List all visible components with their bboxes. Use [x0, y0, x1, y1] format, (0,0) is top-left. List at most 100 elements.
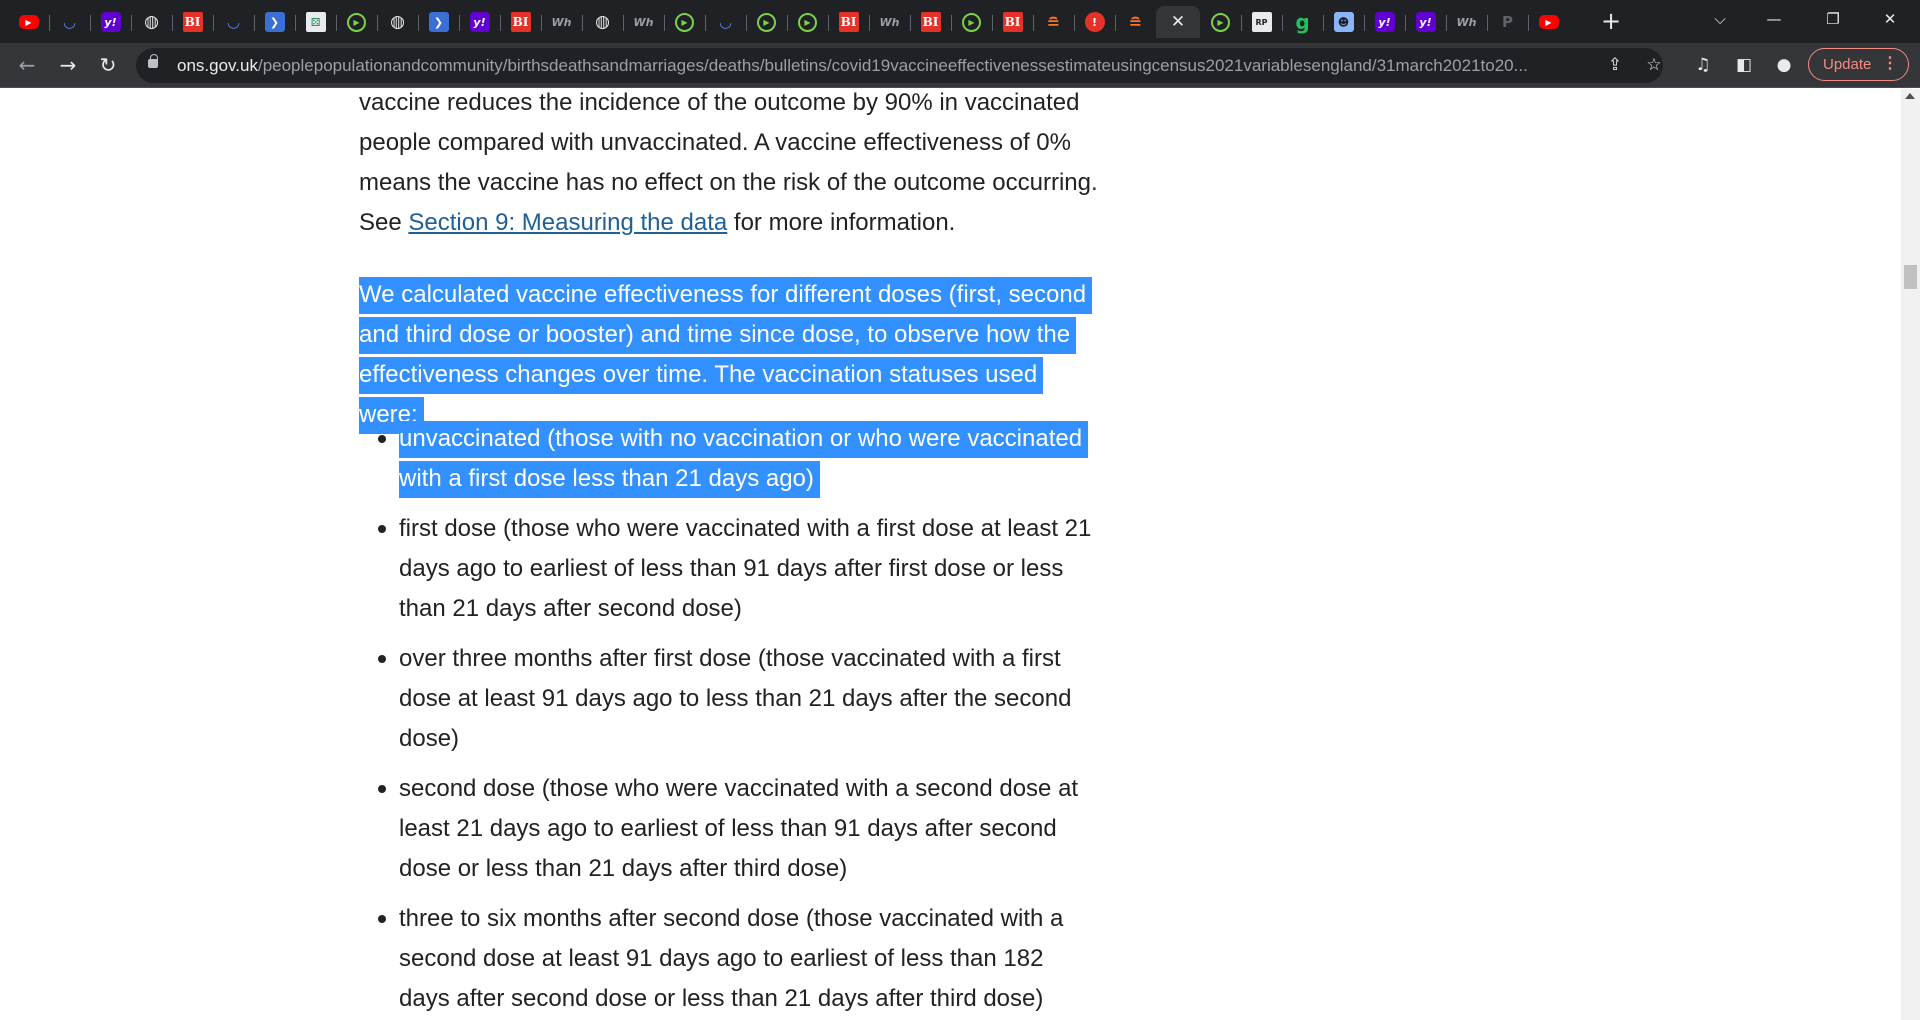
tab[interactable]: y! — [459, 6, 500, 38]
tab[interactable]: ◡ — [705, 6, 746, 38]
browser-toolbar: ← → ↻ ons.gov.uk/peoplepopulationandcomm… — [0, 43, 1920, 88]
list-item-text: unvaccinated (those with no vaccination … — [399, 421, 1089, 498]
wh-icon: Wh — [551, 15, 572, 29]
shield-icon: ◡ — [227, 13, 240, 31]
media-control-icon[interactable]: ♫ — [1690, 52, 1716, 78]
play-circle-icon: ▶ — [1211, 12, 1230, 32]
business-insider-icon: BI — [510, 12, 531, 32]
tab[interactable]: g — [1282, 6, 1323, 38]
tab[interactable]: ▶ — [664, 6, 705, 38]
tab-strip: ▶ ◡ y! ◍ BI ◡ ❯ ⚄ ▶ ◍ ❯ y! BI Wh ◍ Wh ▶ ◡ ▶ ▶ BI Wh BI ▶ BI ≘! ≘ ✕ ▶… — [0, 0, 1920, 43]
tab-search-icon[interactable]: ⌵ — [1702, 6, 1738, 32]
tab[interactable]: ❯ — [418, 6, 459, 38]
list-item: three to six months after second dose (t… — [359, 899, 1099, 1019]
tab[interactable]: ▶ — [1200, 6, 1241, 38]
tab[interactable]: BI — [828, 6, 869, 38]
bookmark-icon: ≘ — [1128, 12, 1143, 32]
tab[interactable]: ◡ — [213, 6, 254, 38]
grid-icon: ⚄ — [305, 12, 326, 32]
tab[interactable]: ▶ — [951, 6, 992, 38]
vaccination-status-list: unvaccinated (those with no vaccination … — [359, 419, 1099, 1020]
reload-button[interactable]: ↻ — [95, 52, 121, 78]
scrollbar[interactable] — [1901, 89, 1920, 1020]
yahoo-icon: y! — [469, 12, 490, 32]
tab[interactable]: ▶ — [787, 6, 828, 38]
wh-icon: Wh — [1456, 15, 1477, 29]
side-panel-icon[interactable]: ◧ — [1731, 52, 1757, 78]
update-button[interactable]: Update ⋮ — [1808, 48, 1909, 81]
profile-icon[interactable]: ● — [1771, 52, 1797, 78]
tab[interactable]: RP — [1241, 6, 1282, 38]
share-icon[interactable]: ⇪ — [1602, 52, 1628, 78]
tab[interactable]: ⚄ — [295, 6, 336, 38]
shield-icon: ◡ — [719, 13, 732, 31]
close-icon[interactable]: ✕ — [1171, 12, 1185, 32]
yahoo-icon: y! — [1374, 12, 1395, 32]
paragraph-text: people compared with unvaccinated. A vac… — [359, 129, 1071, 156]
restore-button[interactable]: ❐ — [1811, 6, 1855, 32]
business-insider-icon: BI — [920, 12, 941, 32]
forward-button[interactable]: → — [55, 52, 81, 78]
globe-icon: ◍ — [144, 12, 159, 32]
scroll-up-arrow-icon[interactable] — [1905, 93, 1915, 99]
close-window-button[interactable]: ✕ — [1868, 6, 1912, 32]
tab[interactable]: ☻ — [1323, 6, 1364, 38]
tab[interactable]: Wh — [541, 6, 582, 38]
doses-paragraph: We calculated vaccine effectiveness for … — [359, 275, 1093, 435]
list-item-text: over three months after first dose (thos… — [399, 645, 1072, 752]
tab-active[interactable]: ✕ — [1156, 6, 1200, 38]
youtube-icon: ▶ — [1538, 15, 1559, 29]
tab[interactable]: Wh — [623, 6, 664, 38]
tab[interactable]: BI — [910, 6, 951, 38]
bookmark-star-icon[interactable]: ☆ — [1641, 52, 1667, 78]
section-9-link[interactable]: Section 9: Measuring the data — [408, 209, 727, 236]
back-button[interactable]: ← — [14, 52, 40, 78]
tab[interactable]: P — [1487, 6, 1528, 38]
tab[interactable]: ≘ — [1115, 6, 1156, 38]
bookmark-icon: ≘ — [1046, 12, 1061, 32]
tab[interactable]: y! — [90, 6, 131, 38]
minimize-button[interactable]: — — [1752, 6, 1796, 32]
tab[interactable]: Wh — [1446, 6, 1487, 38]
wh-icon: Wh — [879, 15, 900, 29]
tab[interactable]: ◍ — [582, 6, 623, 38]
tab[interactable]: y! — [1405, 6, 1446, 38]
tab[interactable]: BI — [992, 6, 1033, 38]
tab[interactable]: ▶ — [746, 6, 787, 38]
tab[interactable]: Wh — [869, 6, 910, 38]
play-circle-icon: ▶ — [962, 12, 981, 32]
tab[interactable]: ◡ — [49, 6, 90, 38]
tab[interactable]: ≘ — [1033, 6, 1074, 38]
lock-icon[interactable] — [148, 54, 158, 68]
effectiveness-paragraph: vaccine reduces the incidence of the out… — [359, 89, 1099, 243]
scroll-thumb[interactable] — [1904, 265, 1917, 289]
tab[interactable]: BI — [500, 6, 541, 38]
page-content: vaccine reduces the incidence of the out… — [0, 89, 1901, 1020]
tab[interactable]: ▶ — [336, 6, 377, 38]
tab[interactable]: ◍ — [131, 6, 172, 38]
mask-icon: ☻ — [1333, 12, 1354, 32]
new-tab-button[interactable]: + — [1601, 9, 1621, 33]
shield-icon: ◡ — [63, 13, 76, 31]
play-circle-icon: ▶ — [347, 12, 366, 32]
globe-icon: ◍ — [595, 12, 610, 32]
tab[interactable]: ! — [1074, 6, 1115, 38]
tab[interactable]: y! — [1364, 6, 1405, 38]
p-icon: P — [1502, 13, 1513, 31]
business-insider-icon: BI — [838, 12, 859, 32]
tab[interactable]: ▶ — [1528, 6, 1569, 38]
list-item-text: three to six months after second dose (t… — [399, 905, 1064, 1012]
tab[interactable]: ❯ — [254, 6, 295, 38]
list-item-text: first dose (those who were vaccinated wi… — [399, 515, 1092, 622]
tab[interactable]: ▶ — [8, 6, 49, 38]
paragraph-text: means the vaccine has no effect on the r… — [359, 169, 1098, 196]
business-insider-icon: BI — [1002, 12, 1023, 32]
url-text[interactable]: ons.gov.uk/peoplepopulationandcommunity/… — [177, 43, 1587, 88]
tab[interactable]: BI — [172, 6, 213, 38]
arrow-pill-icon: ❯ — [428, 12, 449, 32]
tab[interactable]: ◍ — [377, 6, 418, 38]
list-item: first dose (those who were vaccinated wi… — [359, 509, 1099, 629]
list-item: second dose (those who were vaccinated w… — [359, 769, 1099, 889]
more-menu-icon[interactable]: ⋮ — [1882, 54, 1898, 74]
play-circle-icon: ▶ — [675, 12, 694, 32]
